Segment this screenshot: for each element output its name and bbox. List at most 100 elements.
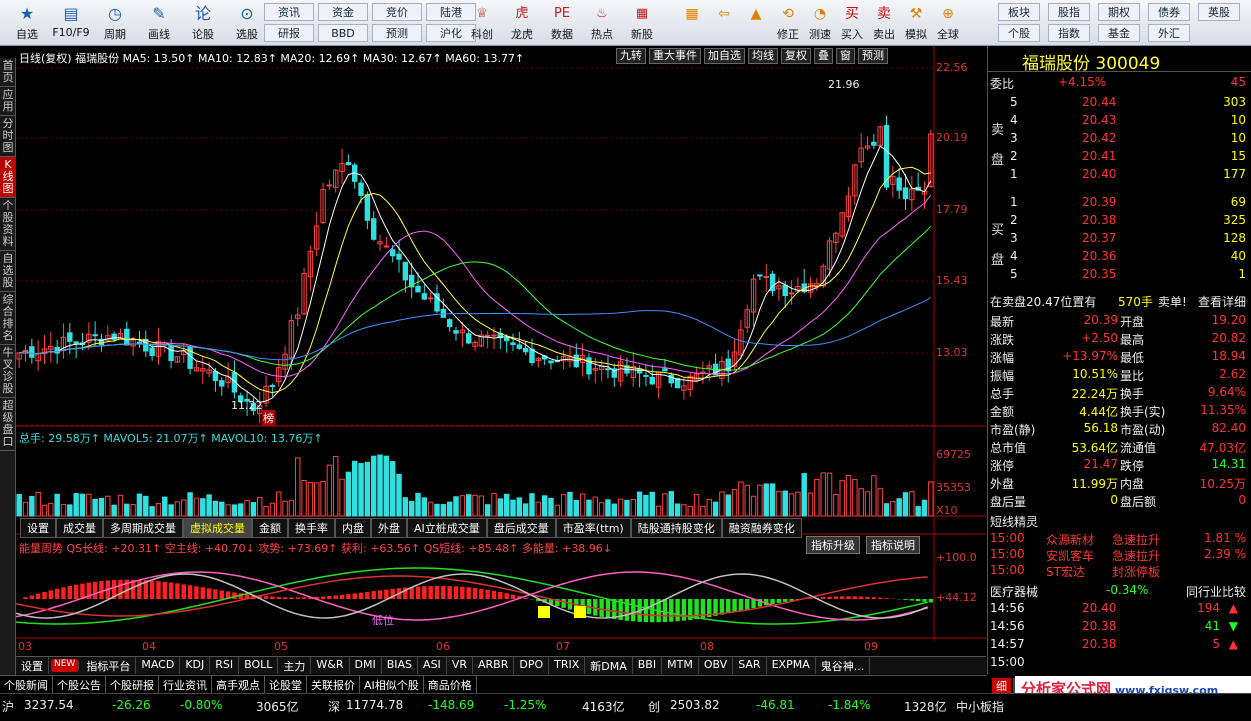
toolbar-right-0[interactable]: 板块 [998, 3, 1040, 21]
left-tab-2[interactable]: 分时图 [0, 116, 16, 157]
kline-button-5[interactable]: 叠 [814, 48, 833, 64]
kline-button-6[interactable]: 窗 [836, 48, 855, 64]
indicator-tab-15[interactable]: TRIX [549, 657, 586, 674]
toolbar-small-2[interactable]: 竞价 [372, 3, 422, 21]
volume-tab-2[interactable]: 多周期成交量 [103, 518, 183, 538]
volume-tab-11[interactable]: 陆股通持股变化 [630, 518, 722, 538]
volume-tab-4[interactable]: 金额 [252, 518, 288, 538]
indicator-tab-12[interactable]: VR [447, 657, 473, 674]
kline-chart-area[interactable]: 日线(复权) 福瑞股份 MA5: 13.50↑ MA10: 12.83↑ MA2… [16, 46, 986, 656]
toolbar-right-5[interactable]: 个股 [998, 24, 1040, 42]
toolbar3-button-7[interactable]: ⚒ 模拟 [900, 2, 932, 44]
news-tab-2[interactable]: 个股研报 [106, 676, 159, 693]
toolbar-small-5[interactable]: BBD [318, 24, 368, 42]
indicator-tab-7[interactable]: 主力 [278, 657, 312, 674]
toolbar-right-4[interactable]: 英股 [1198, 3, 1240, 21]
kline-button-1[interactable]: 重大事件 [649, 48, 701, 64]
indicator-tab-0[interactable]: 设置 [16, 657, 49, 674]
left-tab-0[interactable]: 首页 [0, 58, 16, 87]
indicator-tab-19[interactable]: OBV [699, 657, 734, 674]
toolbar-small-4[interactable]: 研报 [264, 24, 314, 42]
indicator-tab-18[interactable]: MTM [662, 657, 699, 674]
kline-button-0[interactable]: 九转 [616, 48, 646, 64]
toolbar2-button-3[interactable]: ♨ 热点 [582, 2, 622, 44]
toolbar2-button-1[interactable]: 虎龙虎 [502, 2, 542, 44]
toolbar-button-2[interactable]: ◷ 周期 [92, 2, 138, 44]
toolbar-small-6[interactable]: 预测 [372, 24, 422, 42]
volume-tab-6[interactable]: 内盘 [335, 518, 371, 538]
toolbar-right-3[interactable]: 债券 [1148, 3, 1190, 21]
toolbar-right-2[interactable]: 期权 [1098, 3, 1140, 21]
indicator-tab-4[interactable]: KDJ [180, 657, 211, 674]
news-tab-8[interactable]: 商品价格 [424, 676, 477, 693]
indicator-tab-8[interactable]: W&R [311, 657, 350, 674]
kline-button-4[interactable]: 复权 [781, 48, 811, 64]
volume-tab-8[interactable]: AI立桩成交量 [407, 518, 487, 538]
indicator-button-0[interactable]: 指标升级 [806, 536, 860, 554]
left-tab-6[interactable]: 综合排名 [0, 292, 16, 345]
volume-tab-1[interactable]: 成交量 [56, 518, 103, 538]
indicator-tab-14[interactable]: DPO [514, 657, 550, 674]
toolbar-button-3[interactable]: ✎ 画线 [136, 2, 182, 44]
toolbar-right-8[interactable]: 外汇 [1148, 24, 1190, 42]
toolbar-right-1[interactable]: 股指 [1048, 3, 1090, 21]
volume-tab-12[interactable]: 融资融券变化 [721, 518, 802, 538]
left-tab-5[interactable]: 自选股 [0, 251, 16, 292]
toolbar-button-0[interactable]: ★ 自选 [4, 2, 50, 44]
news-tab-7[interactable]: AI相似个股 [360, 676, 424, 693]
indicator-tab-9[interactable]: DMI [350, 657, 382, 674]
indicator-tab-20[interactable]: SAR [733, 657, 767, 674]
toolbar-button-1[interactable]: ▤ F10/F9 [48, 2, 94, 44]
indicator-tab-13[interactable]: ARBR [473, 657, 515, 674]
volume-tab-9[interactable]: 盘后成交量 [486, 518, 556, 538]
toolbar2-button-2[interactable]: PE 数据 [542, 2, 582, 44]
toolbar2-button-4[interactable]: ▦ 新股 [622, 2, 662, 44]
indicator-tab-21[interactable]: EXPMA [767, 657, 816, 674]
toolbar-button-4[interactable]: 论论股 [180, 2, 226, 44]
indicator-tab-5[interactable]: RSI [210, 657, 240, 674]
left-tab-1[interactable]: 应用 [0, 87, 16, 116]
left-tab-8[interactable]: 超级盘口 [0, 398, 16, 451]
indicator-tab-1[interactable]: NEW [51, 659, 80, 672]
toolbar-right-7[interactable]: 基金 [1098, 24, 1140, 42]
indicator-tab-22[interactable]: 鬼谷神... [816, 657, 871, 674]
toolbar3-button-8[interactable]: ⊕ 全球 [932, 2, 964, 44]
toolbar3-button-2[interactable]: ▲ [740, 2, 772, 44]
toolbar3-button-5[interactable]: 买买入 [836, 2, 868, 44]
toolbar2-button-0[interactable]: ♕ 科创 [462, 2, 502, 44]
news-tab-6[interactable]: 关联报价 [307, 676, 360, 693]
volume-tab-10[interactable]: 市盈率(ttm) [555, 518, 631, 538]
news-tab-4[interactable]: 高手观点 [212, 676, 265, 693]
news-tab-3[interactable]: 行业资讯 [159, 676, 212, 693]
toolbar3-button-0[interactable]: ▦ [676, 2, 708, 44]
volume-tab-5[interactable]: 换手率 [288, 518, 335, 538]
toolbar-small-1[interactable]: 资金 [318, 3, 368, 21]
volume-tab-0[interactable]: 设置 [20, 518, 56, 538]
indicator-tab-2[interactable]: 指标平台 [81, 657, 137, 674]
news-tab-1[interactable]: 个股公告 [53, 676, 106, 693]
left-tab-7[interactable]: 牛叉诊股 [0, 345, 16, 398]
quote-tab-0[interactable]: 细 [992, 678, 1011, 694]
toolbar3-button-4[interactable]: ◔ 测速 [804, 2, 836, 44]
toolbar-right-6[interactable]: 指数 [1048, 24, 1090, 42]
indicator-tab-16[interactable]: 新DMA [585, 657, 633, 674]
kline-button-7[interactable]: 预测 [858, 48, 888, 64]
indicator-tab-10[interactable]: BIAS [382, 657, 419, 674]
news-tab-5[interactable]: 论股堂 [265, 676, 307, 693]
toolbar-small-0[interactable]: 资讯 [264, 3, 314, 21]
volume-tab-3[interactable]: 虚拟成交量 [183, 518, 252, 538]
kline-button-2[interactable]: 加自选 [704, 48, 745, 64]
indicator-tab-3[interactable]: MACD [136, 657, 181, 674]
indicator-tab-6[interactable]: BOLL [239, 657, 279, 674]
indicator-button-1[interactable]: 指标说明 [866, 536, 920, 554]
toolbar3-button-3[interactable]: ⟲ 修正 [772, 2, 804, 44]
indicator-tab-11[interactable]: ASI [418, 657, 447, 674]
volume-tab-7[interactable]: 外盘 [371, 518, 407, 538]
kline-button-3[interactable]: 均线 [748, 48, 778, 64]
toolbar3-button-6[interactable]: 卖卖出 [868, 2, 900, 44]
left-tab-4[interactable]: 个股资料 [0, 198, 16, 251]
left-tab-3[interactable]: K线图 [0, 157, 16, 198]
indicator-tab-17[interactable]: BBI [633, 657, 663, 674]
news-tab-0[interactable]: 个股新闻 [0, 676, 53, 693]
toolbar3-button-1[interactable]: ⇦ [708, 2, 740, 44]
